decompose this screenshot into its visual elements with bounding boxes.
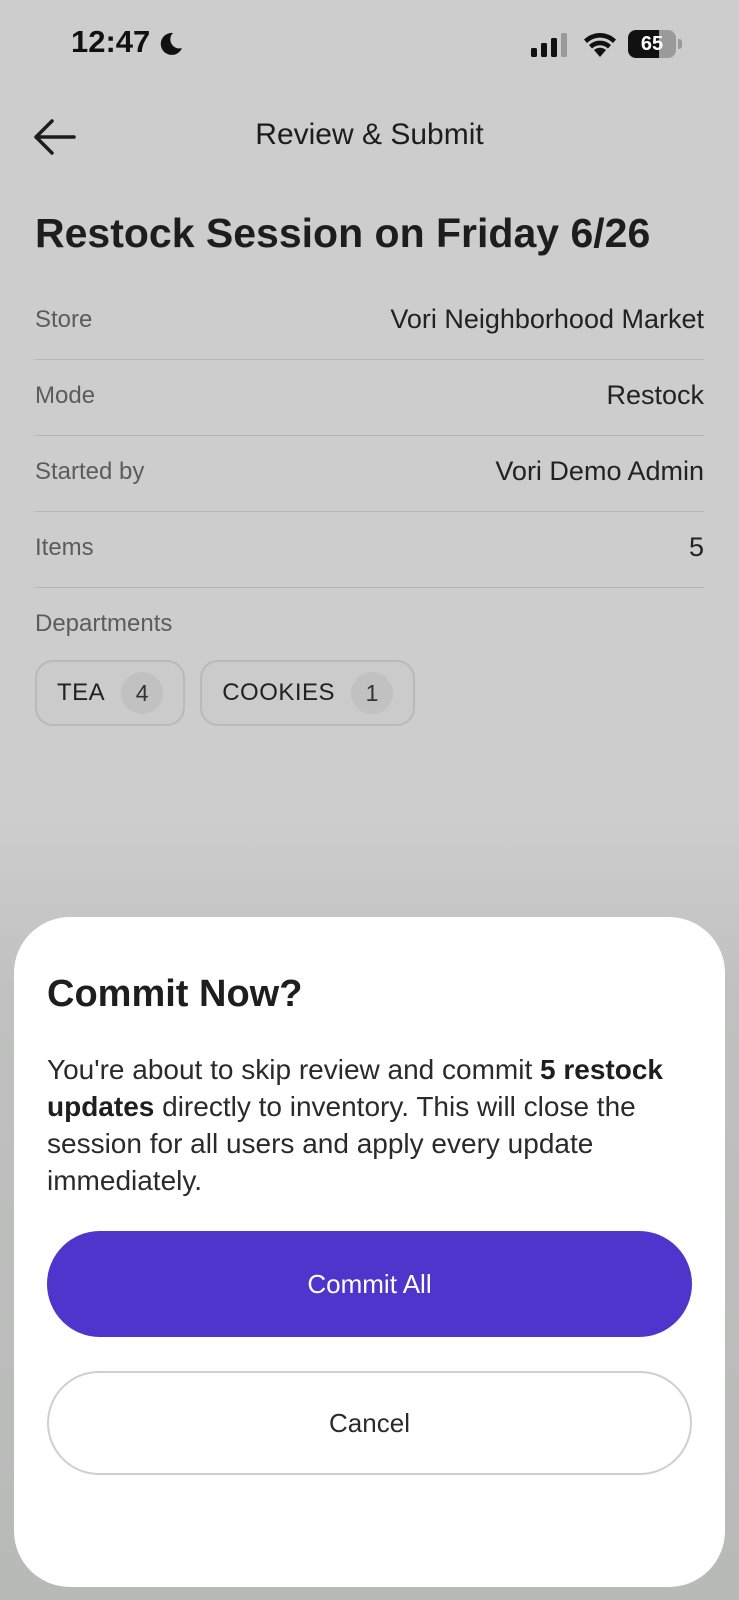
wifi-icon: [582, 30, 618, 58]
screen: 12:47 65 Review & Submit Restock Session…: [0, 0, 739, 1600]
moon-icon: [158, 31, 184, 57]
cellular-signal-icon: [531, 33, 571, 57]
status-time: 12:47: [71, 24, 151, 59]
detail-value: Vori Demo Admin: [495, 456, 704, 486]
chip-count-badge: 4: [121, 672, 164, 714]
detail-row-store: Store Vori Neighborhood Market: [35, 284, 704, 360]
dialog-title: Commit Now?: [47, 973, 303, 1015]
departments-label: Departments: [35, 610, 173, 637]
commit-dialog: Commit Now? You're about to skip review …: [14, 917, 725, 1587]
dialog-message: You're about to skip review and commit 5…: [47, 1051, 687, 1199]
department-chip-tea[interactable]: TEA 4: [35, 660, 186, 726]
commit-all-button[interactable]: Commit All: [47, 1231, 692, 1337]
detail-value: 5: [688, 532, 704, 562]
detail-value: Vori Neighborhood Market: [390, 304, 704, 334]
status-bar: 12:47 65: [0, 0, 739, 90]
detail-row-started-by: Started by Vori Demo Admin: [35, 436, 704, 512]
battery-percent: 65: [640, 33, 664, 55]
detail-label: Items: [35, 534, 94, 561]
dialog-message-text: You're about to skip review and commit: [47, 1054, 541, 1085]
session-details: Store Vori Neighborhood Market Mode Rest…: [35, 284, 704, 588]
chip-label: TEA: [57, 679, 106, 706]
detail-label: Started by: [35, 458, 145, 485]
session-title: Restock Session on Friday 6/26: [35, 210, 651, 256]
detail-row-mode: Mode Restock: [35, 360, 704, 436]
department-chips: TEA 4 COOKIES 1: [35, 660, 416, 726]
chip-count-badge: 1: [351, 672, 394, 714]
chip-label: COOKIES: [222, 679, 336, 706]
cancel-button[interactable]: Cancel: [47, 1371, 692, 1475]
detail-value: Restock: [606, 380, 704, 410]
battery-icon: 65: [628, 30, 684, 58]
detail-row-items: Items 5: [35, 512, 704, 588]
header: Review & Submit: [0, 100, 739, 174]
department-chip-cookies[interactable]: COOKIES 1: [200, 660, 416, 726]
detail-label: Store: [35, 306, 93, 333]
header-title: Review & Submit: [255, 118, 484, 151]
detail-label: Mode: [35, 382, 96, 409]
